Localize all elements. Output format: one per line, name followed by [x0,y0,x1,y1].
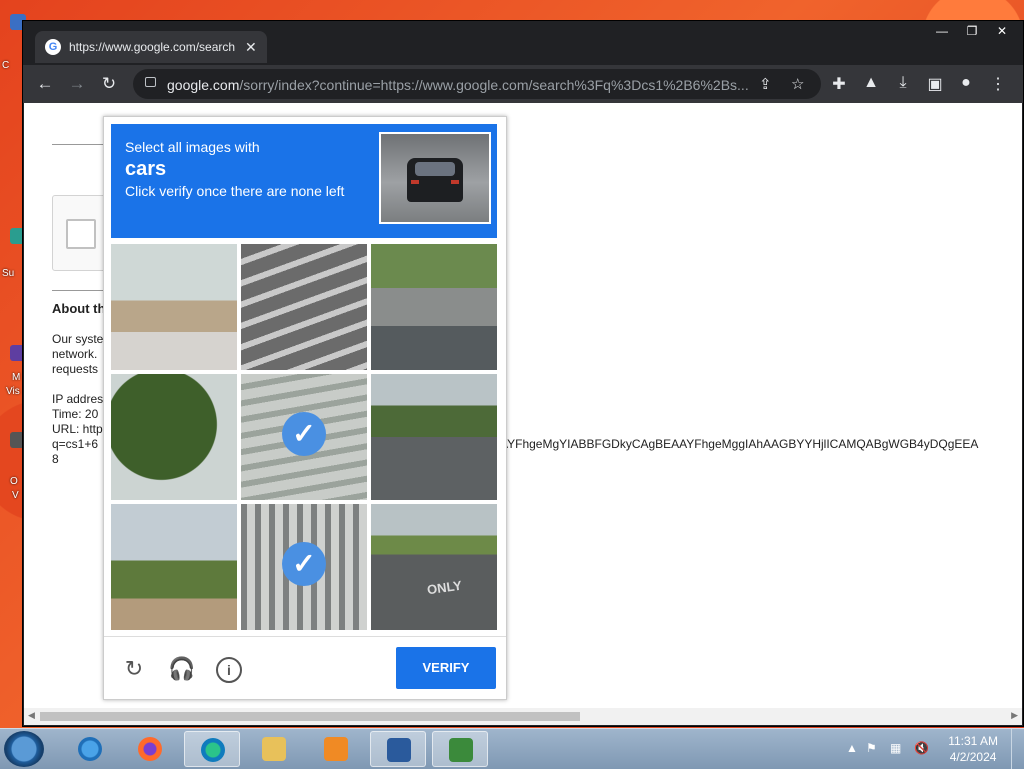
show-desktop-button[interactable] [1011,729,1024,769]
about-heading: About th [52,301,106,316]
captcha-tile-5[interactable]: ✓ [241,374,367,500]
desktop-icon-label: Su [2,268,15,279]
explanation-line: requests [52,362,99,376]
horizontal-scrollbar[interactable]: ◀ ▶ [24,708,1022,725]
scroll-left-arrow-icon[interactable]: ◀ [28,710,35,721]
url-text[interactable]: google.com/sorry/index?continue=https://… [167,77,757,93]
captcha-challenge: Select all images with cars Click verify… [103,116,507,700]
bookmark-star-icon[interactable]: ☆ [791,75,804,93]
address-bar[interactable]: google.com/sorry/index?continue=https://… [133,69,821,99]
taskbar-edge[interactable] [184,731,240,767]
divider [52,290,107,291]
close-window-button[interactable]: ✕ [987,21,1017,41]
query-line-end: 8 [52,452,59,466]
back-arrow-icon[interactable]: ← [35,74,55,94]
captcha-header: Select all images with cars Click verify… [111,124,497,238]
url-path: /sorry/index?continue=https://www.google… [239,77,749,93]
virtualbox-icon [387,738,411,762]
desktop-icon-label: M [12,372,21,383]
scrollbar-thumb[interactable] [40,712,580,721]
network-icon[interactable]: ▦ [890,741,901,755]
download-icon[interactable]: ⤓ [893,74,913,92]
side-panel-icon[interactable]: ▣ [925,74,945,94]
taskbar-clock[interactable]: 11:31 AM 4/2/2024 [948,733,998,765]
tab-close-icon[interactable]: ✕ [245,39,257,56]
clock-date: 4/2/2024 [949,750,997,764]
captcha-tile-6[interactable] [371,374,497,500]
url-token-text: AYFhgeMgYIABBFGDkyCAgBEAAYFhgeMggIAhAAGB… [500,437,979,451]
sample-car-image [379,132,491,224]
browser-tab[interactable]: G https://www.google.com/search ✕ [35,31,267,63]
taskbar-task-manager[interactable] [432,731,488,767]
profile-avatar-icon[interactable]: ● [956,74,976,92]
captcha-target-object: cars [125,158,167,180]
query-line: q=cs1+6 [52,437,99,451]
reload-challenge-icon[interactable]: ↻ [120,655,148,683]
url-host: google.com [167,77,240,93]
lock-icon [145,77,156,87]
start-button[interactable] [4,731,44,767]
selected-checkmark-icon: ✓ [282,542,326,586]
captcha-tile-7[interactable] [111,504,237,630]
google-favicon-icon: G [45,39,61,55]
taskbar-virtualbox[interactable] [370,731,426,767]
folder-icon [262,737,286,761]
captcha-tile-3[interactable] [371,244,497,370]
internet-explorer-icon [78,737,102,761]
show-hidden-icons-icon[interactable]: ▲ [846,741,858,755]
captcha-hint: Click verify once there are none left [125,183,345,199]
volume-muted-icon[interactable]: 🔇 [914,741,929,755]
desktop-icon-label: C [2,60,10,71]
firefox-icon [138,737,162,761]
desktop-icon-label: V [12,490,19,501]
car-shape [407,158,463,202]
help-info-icon[interactable]: i [216,657,242,683]
captcha-footer: ↻ 🎧 i VERIFY [104,636,506,700]
verify-button[interactable]: VERIFY [396,647,496,689]
captcha-tile-1[interactable] [111,244,237,370]
media-player-icon [324,737,348,761]
taskbar: ▲ ⚑ ▦ 🔇 11:31 AM 4/2/2024 [0,728,1024,769]
scroll-right-arrow-icon[interactable]: ▶ [1011,710,1018,721]
explanation-line: network. [52,347,98,361]
audio-challenge-headphones-icon[interactable]: 🎧 [168,655,196,683]
selected-checkmark-icon: ✓ [282,412,326,456]
captcha-tile-8[interactable]: ✓ [241,504,367,630]
taskbar-media-player[interactable] [308,731,364,767]
share-icon[interactable]: ⇪ [759,75,772,93]
desktop-icon-label: Vis [6,386,20,397]
menu-kebab-icon[interactable]: ⋮ [988,74,1008,94]
captcha-instruction: Select all images with [125,139,260,155]
url-line: URL: http [52,422,103,436]
taskbar-internet-explorer[interactable] [62,731,118,767]
task-manager-icon [449,738,473,762]
extensions-puzzle-icon[interactable]: ✚ [829,74,849,94]
recaptcha-checkbox[interactable] [66,219,96,249]
action-center-flag-icon[interactable]: ⚑ [866,741,877,755]
desktop-icon-label: O [10,476,18,487]
ip-address-line: IP addres [52,392,104,406]
explanation-line: Our syste [52,332,104,346]
labs-flask-icon[interactable]: ▲ [861,74,881,92]
captcha-image-grid: ✓ ✓ ONLY [111,244,501,634]
browser-toolbar: ← → ↻ google.com/sorry/index?continue=ht… [23,65,1023,103]
reload-icon[interactable]: ↻ [99,74,119,94]
captcha-tile-2[interactable] [241,244,367,370]
captcha-tile-9[interactable]: ONLY [371,504,497,630]
edge-icon [201,738,225,762]
time-line: Time: 20 [52,407,99,421]
clock-time: 11:31 AM [948,734,998,748]
tab-title: https://www.google.com/search [69,40,236,54]
minimize-button[interactable]: — [927,21,957,41]
captcha-tile-4[interactable] [111,374,237,500]
forward-arrow-icon[interactable]: → [67,74,87,94]
maximize-button[interactable]: ❐ [957,21,987,41]
taskbar-firefox[interactable] [122,731,178,767]
taskbar-explorer[interactable] [246,731,302,767]
road-marking-text: ONLY [426,577,463,598]
divider [52,144,107,145]
